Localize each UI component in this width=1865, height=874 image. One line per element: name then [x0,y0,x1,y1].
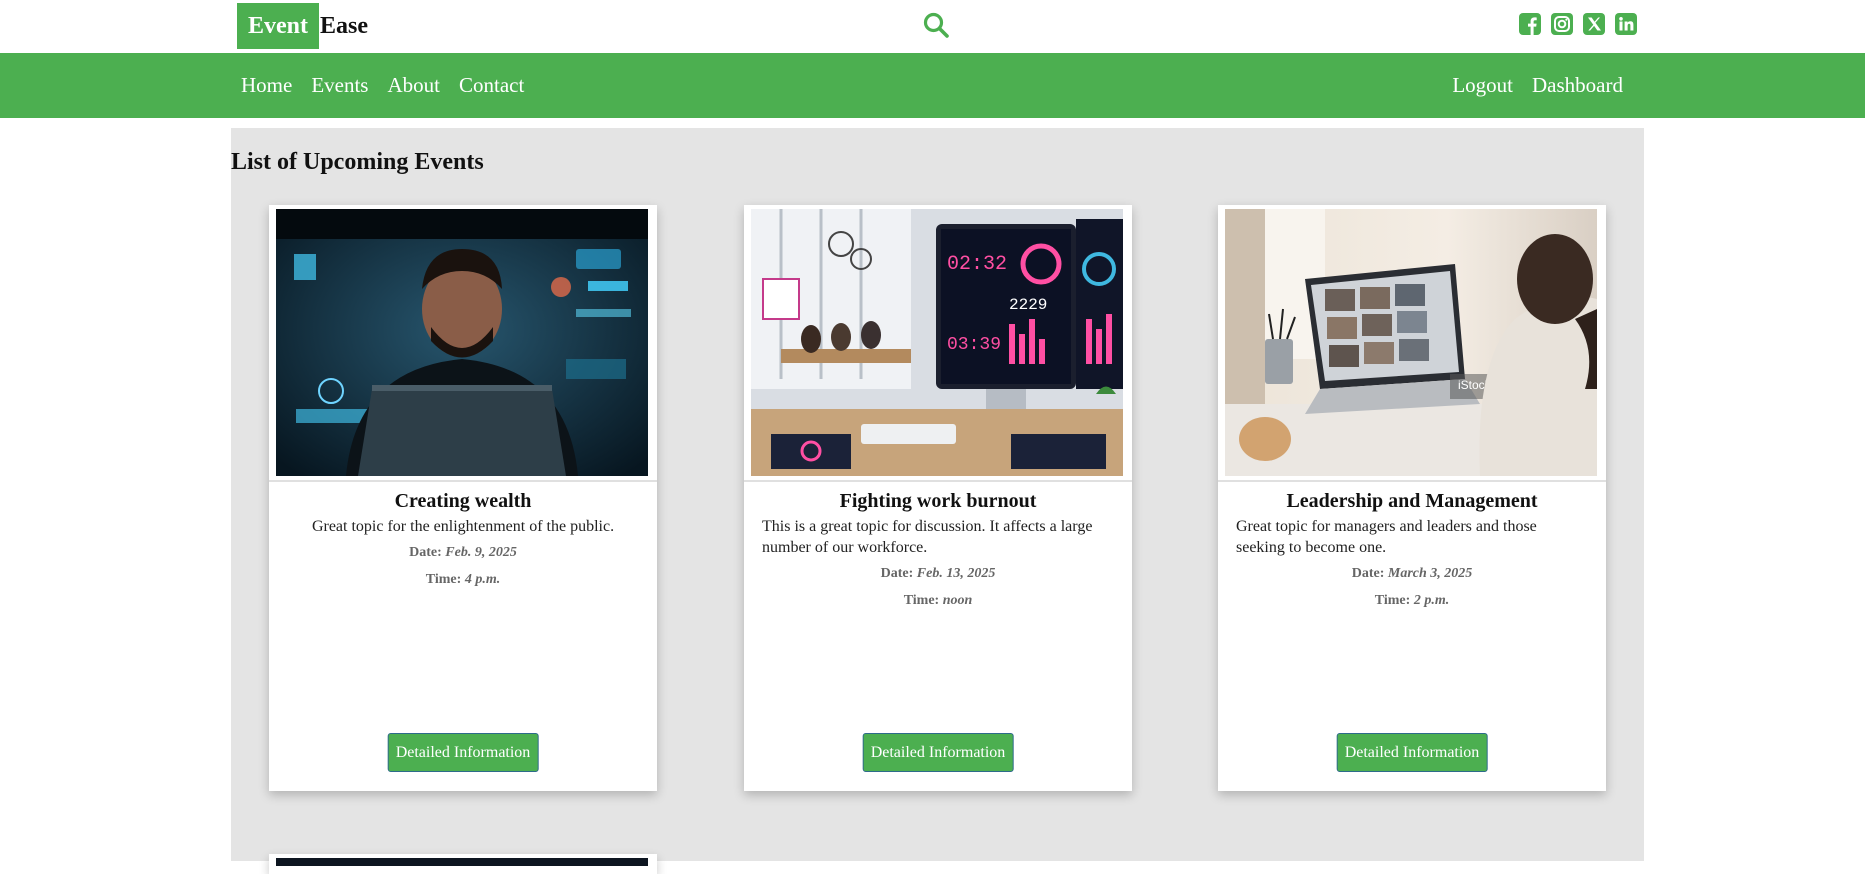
time-label: Time: [1374,593,1411,608]
x-twitter-icon[interactable] [1583,13,1605,35]
brand-logo-text: Ease [320,12,368,39]
main-navbar: Home Events About Contact Logout Dashboa… [0,53,1865,118]
detailed-information-button[interactable]: Detailed Information [862,733,1014,772]
nav-link-dashboard[interactable]: Dashboard [1532,73,1623,98]
svg-text:02:32: 02:32 [947,253,1007,276]
brand-logo[interactable]: Event Ease [237,3,368,49]
event-description: Great topic for the enlightenment of the… [311,518,615,535]
event-description: This is a great topic for discussion. It… [762,518,1093,556]
nav-link-events[interactable]: Events [311,73,368,98]
events-section: List of Upcoming Events Creating wealth … [231,128,1644,874]
event-date: Date: Feb. 9, 2025 [269,545,657,561]
event-card-partial [269,854,657,874]
search-icon[interactable] [922,11,950,39]
detailed-information-button[interactable]: Detailed Information [387,733,539,772]
detailed-information-button[interactable]: Detailed Information [1336,733,1488,772]
time-label: Time: [425,572,462,587]
event-card: 02:32 03:39 2229 Fighting work burnout T… [744,205,1132,791]
date-label: Date: [880,566,914,581]
event-card: Creating wealth Great topic for the enli… [269,205,657,791]
event-time: Time: 4 p.m. [269,572,657,588]
event-title: Creating wealth [394,490,532,512]
event-title: Fighting work burnout [839,490,1037,512]
card-divider [269,480,657,482]
nav-link-home[interactable]: Home [241,73,292,98]
event-image [276,858,648,866]
time-value: 4 p.m. [464,572,501,587]
nav-link-logout[interactable]: Logout [1452,73,1513,98]
date-label: Date: [409,545,442,560]
linkedin-icon[interactable] [1615,13,1637,35]
date-value: Feb. 9, 2025 [445,545,517,560]
time-value: noon [942,593,973,608]
instagram-icon[interactable] [1551,13,1573,35]
facebook-icon[interactable] [1519,13,1541,35]
social-links [1519,13,1637,35]
time-label: Time: [903,593,940,608]
date-value: March 3, 2025 [1387,566,1473,581]
date-label: Date: [1351,566,1385,581]
card-divider [1218,480,1606,482]
nav-left-links: Home Events About Contact [241,53,524,118]
svg-text:03:39: 03:39 [947,335,1001,355]
event-date: Date: March 3, 2025 [1218,566,1606,582]
event-time: Time: 2 p.m. [1218,593,1606,609]
date-value: Feb. 13, 2025 [916,566,996,581]
event-description: Great topic for managers and leaders and… [1236,518,1537,556]
event-image: iStock [1225,209,1597,476]
top-bar: Event Ease [0,0,1865,53]
event-date: Date: Feb. 13, 2025 [744,566,1132,582]
event-image [276,209,648,476]
event-card: iStock Leadership and Management Great t… [1218,205,1606,791]
card-divider [744,480,1132,482]
nav-link-contact[interactable]: Contact [459,73,524,98]
svg-text:2229: 2229 [1009,296,1047,314]
event-time: Time: noon [744,593,1132,609]
event-image: 02:32 03:39 2229 [751,209,1123,476]
time-value: 2 p.m. [1413,593,1450,608]
event-title: Leadership and Management [1286,490,1538,512]
nav-link-about[interactable]: About [387,73,440,98]
nav-right-links: Logout Dashboard [1452,53,1623,118]
brand-logo-highlight: Event [237,3,319,49]
page-title: List of Upcoming Events [231,149,484,175]
